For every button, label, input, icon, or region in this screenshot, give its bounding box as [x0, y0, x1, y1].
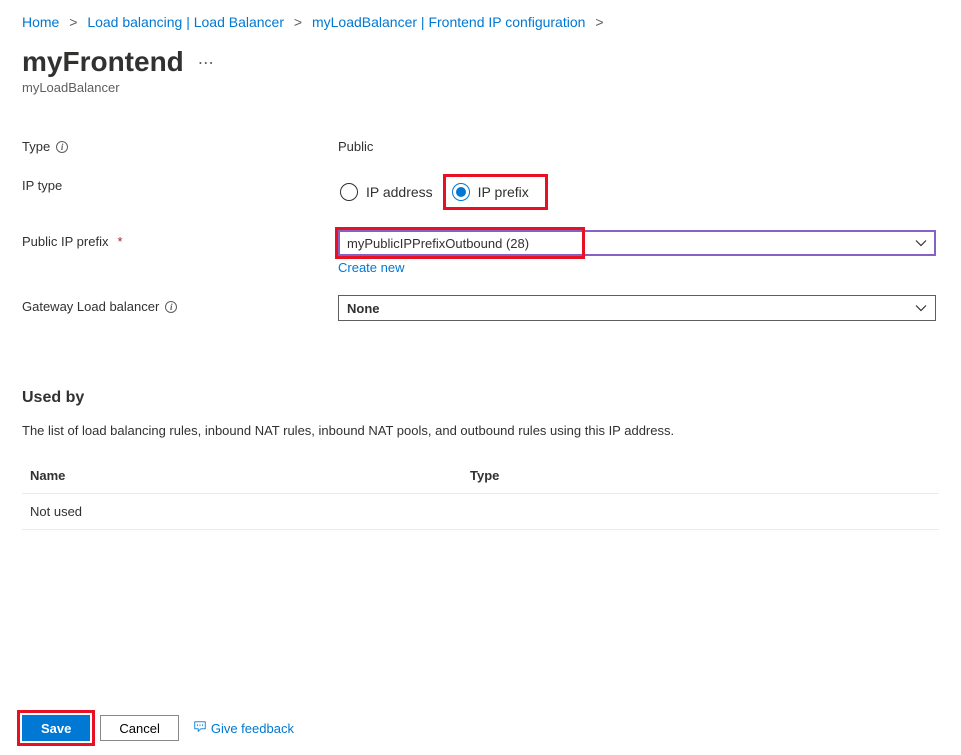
row-public-ip-prefix: Public IP prefix* myPublicIPPrefixOutbou…	[22, 230, 939, 275]
give-feedback-link[interactable]: Give feedback	[193, 720, 294, 737]
label-type: Type i	[22, 135, 338, 154]
radio-circle-icon	[452, 183, 470, 201]
gateway-lb-value: None	[347, 301, 380, 316]
feedback-icon	[193, 720, 207, 737]
row-type: Type i Public	[22, 135, 939, 154]
breadcrumb-load-balancing[interactable]: Load balancing | Load Balancer	[87, 14, 284, 30]
page-subtitle: myLoadBalancer	[0, 80, 961, 95]
table-row: Not used	[22, 494, 939, 530]
radio-circle-icon	[340, 183, 358, 201]
label-ip-type: IP type	[22, 174, 338, 193]
give-feedback-label: Give feedback	[211, 721, 294, 736]
create-new-link[interactable]: Create new	[338, 260, 404, 275]
save-button[interactable]: Save	[22, 715, 90, 741]
required-indicator: *	[117, 234, 122, 249]
used-by-heading: Used by	[0, 341, 961, 413]
cell-name: Not used	[30, 504, 470, 519]
cancel-button[interactable]: Cancel	[100, 715, 178, 741]
public-ip-prefix-value: myPublicIPPrefixOutbound (28)	[347, 236, 529, 251]
col-header-type: Type	[470, 468, 931, 483]
row-gateway-lb: Gateway Load balancer i None	[22, 295, 939, 321]
ip-type-radio-group: IP address IP prefix	[338, 174, 936, 210]
chevron-down-icon	[915, 302, 927, 314]
more-actions-button[interactable]: ⋯	[198, 52, 215, 72]
breadcrumb: Home > Load balancing | Load Balancer > …	[0, 0, 961, 30]
footer: Save Cancel Give feedback	[22, 715, 294, 741]
chevron-down-icon	[915, 237, 927, 249]
col-header-name: Name	[30, 468, 470, 483]
highlight-ip-prefix: IP prefix	[443, 174, 548, 210]
table-header: Name Type	[22, 458, 939, 494]
radio-ip-address-label: IP address	[366, 184, 433, 200]
title-row: myFrontend ⋯	[0, 30, 961, 80]
radio-ip-address[interactable]: IP address	[338, 179, 443, 205]
form: Type i Public IP type IP address IP pref…	[0, 95, 961, 321]
label-public-ip-prefix: Public IP prefix*	[22, 230, 338, 249]
chevron-right-icon: >	[595, 14, 603, 30]
chevron-right-icon: >	[69, 14, 77, 30]
radio-ip-prefix[interactable]: IP prefix	[450, 179, 539, 205]
gateway-lb-select[interactable]: None	[338, 295, 936, 321]
breadcrumb-frontend-ip[interactable]: myLoadBalancer | Frontend IP configurati…	[312, 14, 585, 30]
used-by-table: Name Type Not used	[0, 438, 961, 530]
page-title: myFrontend	[22, 46, 184, 78]
breadcrumb-home[interactable]: Home	[22, 14, 59, 30]
info-icon[interactable]: i	[165, 301, 177, 313]
value-type: Public	[338, 135, 939, 154]
cell-type	[470, 504, 931, 519]
label-gateway-lb: Gateway Load balancer i	[22, 295, 338, 314]
chevron-right-icon: >	[294, 14, 302, 30]
public-ip-prefix-select[interactable]: myPublicIPPrefixOutbound (28)	[338, 230, 936, 256]
info-icon[interactable]: i	[56, 141, 68, 153]
used-by-description: The list of load balancing rules, inboun…	[0, 413, 961, 438]
row-ip-type: IP type IP address IP prefix	[22, 174, 939, 210]
radio-ip-prefix-label: IP prefix	[478, 184, 529, 200]
